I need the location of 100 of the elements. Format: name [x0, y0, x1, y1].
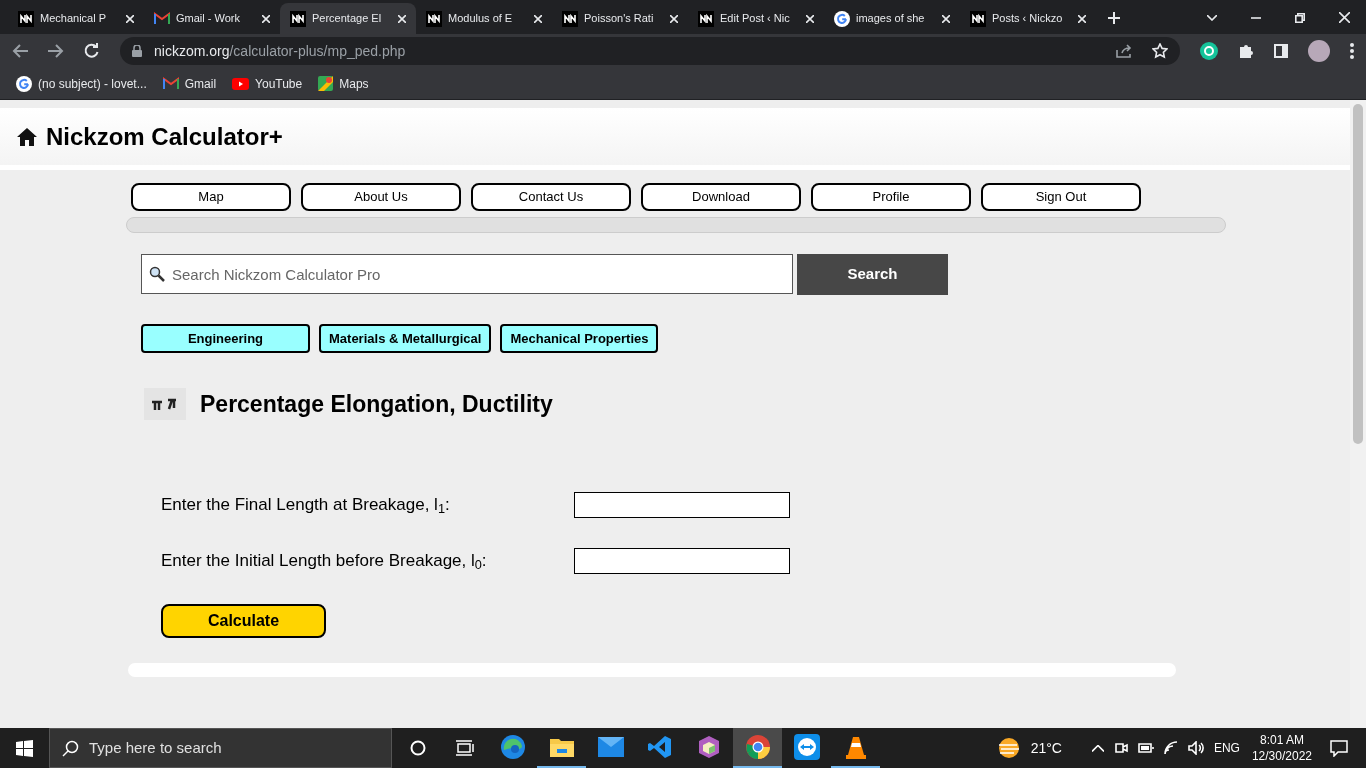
input-field[interactable]: [574, 491, 790, 518]
field-label: Enter the Initial Length before Breakage, l$_{0}$:: [161, 549, 488, 574]
site-logo-icon: [18, 10, 34, 27]
search-button[interactable]: Search: [797, 254, 948, 295]
close-icon[interactable]: [126, 14, 134, 23]
restore-icon[interactable]: [1295, 12, 1305, 23]
volume-icon[interactable]: [1187, 741, 1204, 755]
home-icon[interactable]: [16, 126, 38, 147]
envelope-icon: [597, 737, 624, 757]
taskbar-app[interactable]: [733, 728, 782, 768]
folder-icon: [548, 736, 575, 758]
nav-button[interactable]: Map: [131, 183, 291, 211]
site-logo-icon: [426, 10, 442, 27]
play-logo-icon: [232, 77, 250, 90]
windows-start-icon[interactable]: [16, 739, 33, 757]
profile-avatar[interactable]: [1308, 40, 1330, 62]
bookmark[interactable]: (no subject) - lovet...: [16, 74, 147, 93]
nav-button[interactable]: Contact Us: [471, 183, 631, 211]
close-icon[interactable]: [534, 14, 542, 23]
notification-icon[interactable]: [1330, 739, 1348, 757]
tab-title: Percentage El: [312, 11, 383, 27]
nav-button[interactable]: Profile: [811, 183, 971, 211]
side-panel-icon[interactable]: [1274, 44, 1288, 58]
bookmark[interactable]: Gmail: [162, 74, 217, 93]
nav-button[interactable]: Sign Out: [981, 183, 1141, 211]
close-icon[interactable]: [1339, 12, 1350, 23]
clock[interactable]: 8:01 AM 12/30/2022: [1251, 732, 1312, 764]
category-button[interactable]: Engineering: [141, 324, 310, 353]
weather-icon[interactable]: [996, 737, 1021, 759]
tab-title: images of she: [856, 11, 926, 27]
browser-tab[interactable]: Gmail - Work: [144, 3, 280, 34]
battery-icon[interactable]: [1137, 743, 1154, 753]
browser-tab[interactable]: Modulus of E: [416, 3, 552, 34]
weather-temperature[interactable]: 21°C: [1030, 737, 1062, 759]
language-indicator[interactable]: ENG: [1213, 739, 1240, 757]
nav-button[interactable]: Download: [641, 183, 801, 211]
category-button[interactable]: Mechanical Properties: [500, 324, 659, 353]
wifi-icon[interactable]: [1163, 741, 1178, 755]
lock-icon: [132, 45, 142, 57]
extension-icon[interactable]: [1200, 42, 1218, 60]
browser-tab[interactable]: images of she: [824, 3, 960, 34]
browser-tab[interactable]: Edit Post ‹ Nic: [688, 3, 824, 34]
page-title: Percentage Elongation, Ductility: [200, 390, 553, 419]
close-icon[interactable]: [806, 14, 814, 23]
close-icon[interactable]: [398, 14, 406, 23]
cube-icon: [696, 735, 721, 759]
tab-title: Modulus of E: [448, 11, 514, 27]
close-icon[interactable]: [262, 14, 270, 23]
mail-logo-icon: [154, 12, 170, 25]
tab-title: Poisson's Rati: [584, 11, 655, 27]
menu-icon[interactable]: [1350, 43, 1354, 59]
site-logo-icon: [698, 10, 714, 27]
search-icon: [149, 266, 165, 282]
code-editor-icon: [647, 735, 672, 759]
field-label: Enter the Final Length at Breakage, l$_{1}$:: [161, 493, 451, 518]
tab-title: Posts ‹ Nickzo: [992, 11, 1064, 27]
search-field[interactable]: Search Nickzom Calculator Pro: [141, 254, 793, 294]
forward-arrow-icon[interactable]: [48, 44, 64, 58]
calculate-button[interactable]: Calculate: [161, 603, 326, 638]
browser-tab[interactable]: Percentage El: [280, 3, 416, 34]
camera-icon[interactable]: [1113, 741, 1128, 755]
close-icon[interactable]: [670, 14, 678, 23]
mail-logo-icon: [162, 77, 179, 90]
map-logo-icon: [318, 76, 334, 91]
star-icon[interactable]: [1152, 43, 1168, 59]
taskbar-search-field[interactable]: Type here to search: [49, 728, 392, 768]
reload-icon[interactable]: [84, 43, 100, 59]
browser-tab[interactable]: Mechanical P: [8, 3, 144, 34]
plus-icon[interactable]: [1108, 12, 1120, 24]
bookmark[interactable]: Maps: [318, 74, 369, 93]
edge-icon: [499, 734, 526, 760]
minimize-icon[interactable]: [1251, 16, 1261, 19]
url-text: nickzom.org/calculator-plus/mp_ped.php: [154, 41, 406, 61]
close-icon[interactable]: [1078, 14, 1086, 23]
browser-tab[interactable]: Posts ‹ Nickzo: [960, 3, 1096, 34]
share-icon[interactable]: [1116, 44, 1132, 58]
traffic-cone-icon: [844, 735, 867, 759]
close-icon[interactable]: [942, 14, 950, 23]
task-view-icon[interactable]: [456, 740, 474, 756]
tab-title: Edit Post ‹ Nic: [720, 11, 791, 27]
cortana-icon[interactable]: [410, 740, 426, 756]
google-logo-icon: [16, 75, 32, 92]
chrome-icon: [744, 734, 771, 760]
puzzle-icon[interactable]: [1238, 43, 1254, 59]
date-text: 12/30/2022: [1251, 748, 1312, 764]
nav-button[interactable]: About Us: [301, 183, 461, 211]
category-button[interactable]: Materials & Metallurgical: [319, 324, 492, 353]
input-field[interactable]: [574, 547, 790, 574]
search-icon: [62, 739, 79, 757]
site-logo-icon: [562, 10, 578, 27]
tab-title: Gmail - Work: [176, 11, 241, 27]
address-bar[interactable]: nickzom.org/calculator-plus/mp_ped.php: [120, 37, 1180, 65]
chevron-up-icon[interactable]: [1091, 744, 1104, 752]
chevron-down-icon[interactable]: [1207, 14, 1217, 21]
browser-tab[interactable]: Poisson's Rati: [552, 3, 688, 34]
time-text: 8:01 AM: [1259, 732, 1304, 748]
bookmark[interactable]: YouTube: [232, 74, 303, 93]
back-arrow-icon[interactable]: [12, 44, 28, 58]
calculator-logo-icon: [144, 388, 186, 421]
site-logo[interactable]: Nickzom Calculator+: [46, 118, 283, 155]
